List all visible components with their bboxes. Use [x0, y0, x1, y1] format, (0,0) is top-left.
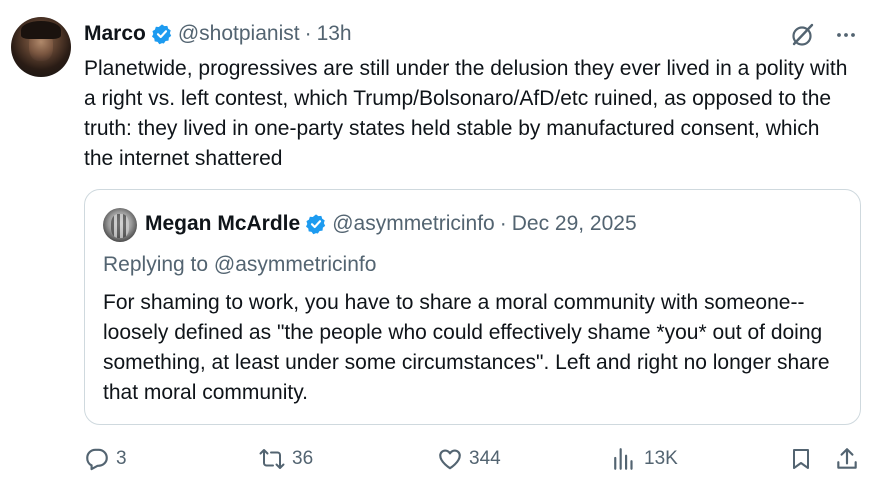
quoted-author-avatar[interactable]	[103, 208, 137, 242]
like-count: 344	[469, 448, 501, 469]
separator-dot: ·	[304, 22, 312, 45]
tweet-header: Marco @shotpianist · 13h	[84, 20, 352, 48]
grok-icon[interactable]	[790, 22, 816, 48]
author-handle[interactable]: @shotpianist	[178, 22, 300, 46]
tweet-text: Planetwide, progressives are still under…	[84, 57, 848, 170]
replying-to-mention[interactable]: @asymmetricinfo	[214, 253, 377, 276]
quoted-verified-badge-icon	[305, 213, 327, 235]
more-options-icon[interactable]	[834, 23, 858, 47]
heart-icon	[437, 446, 463, 472]
quoted-author-name[interactable]: Megan McArdle	[145, 212, 300, 236]
analytics-icon	[612, 446, 638, 472]
post-time[interactable]: 13h	[317, 22, 352, 46]
bookmark-icon	[789, 446, 813, 472]
share-icon	[834, 446, 860, 472]
quoted-post-date[interactable]: Dec 29, 2025	[512, 212, 637, 236]
views-count: 13K	[644, 448, 678, 469]
quoted-author-handle[interactable]: @asymmetricinfo	[332, 212, 495, 236]
author-name[interactable]: Marco	[84, 22, 146, 46]
author-avatar[interactable]	[11, 17, 71, 77]
replying-to-line: Replying to @asymmetricinfo	[103, 253, 376, 277]
reply-count: 3	[116, 448, 127, 469]
repost-button[interactable]: 36	[258, 446, 313, 472]
repost-count: 36	[292, 448, 314, 469]
quoted-separator-dot: ·	[499, 212, 507, 235]
views-button[interactable]: 13K	[612, 446, 678, 472]
action-bar: 3 36 344 13K	[0, 446, 874, 474]
quoted-tweet-text: For shaming to work, you have to share a…	[103, 291, 830, 404]
bookmark-button[interactable]	[789, 446, 813, 472]
quoted-tweet-card[interactable]: Megan McArdle @asymmetricinfo · Dec 29, …	[84, 189, 861, 425]
replying-to-label: Replying to	[103, 253, 209, 276]
share-button[interactable]	[834, 446, 860, 472]
reply-button[interactable]: 3	[84, 446, 127, 472]
repost-icon	[258, 446, 286, 472]
reply-icon	[84, 446, 110, 472]
like-button[interactable]: 344	[437, 446, 501, 472]
top-right-controls	[790, 22, 858, 48]
verified-badge-icon	[151, 23, 173, 45]
quoted-tweet-header: Megan McArdle @asymmetricinfo · Dec 29, …	[145, 212, 637, 236]
